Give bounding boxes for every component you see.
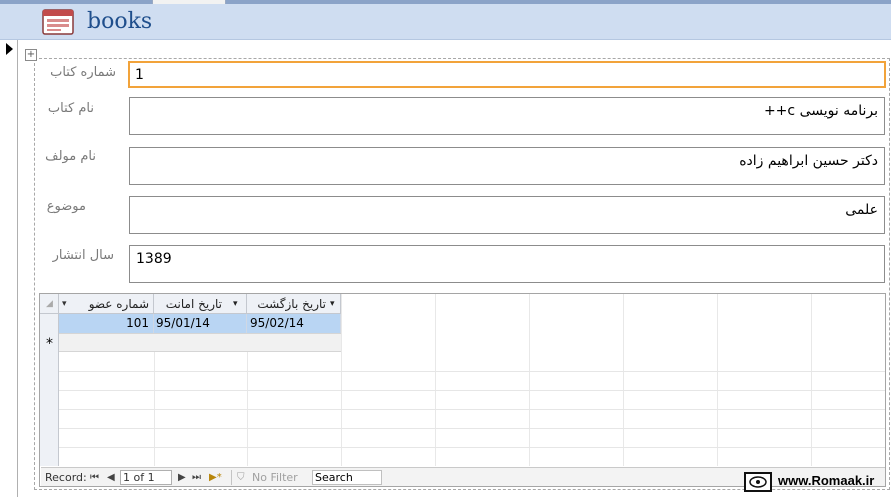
field-label-subject: موضوع bbox=[46, 199, 86, 214]
book-name-field[interactable]: برنامه نویسی c++ bbox=[129, 97, 885, 135]
subject-field[interactable]: علمی bbox=[129, 196, 885, 234]
search-input[interactable]: Search bbox=[312, 470, 382, 485]
grid-line bbox=[811, 294, 812, 466]
new-row-marker-icon: * bbox=[46, 336, 53, 352]
separator bbox=[231, 470, 232, 485]
new-record-row[interactable] bbox=[59, 333, 341, 352]
field-label-book-number: شماره کتاب bbox=[50, 65, 116, 80]
form-icon bbox=[42, 9, 74, 35]
grid-line bbox=[435, 294, 436, 466]
column-dropdown-icon[interactable]: ▾ bbox=[233, 294, 238, 314]
cell-loan-date[interactable]: 95/01/14 bbox=[154, 314, 247, 333]
grid-line bbox=[40, 390, 885, 391]
grid-line bbox=[341, 294, 342, 466]
grid-line bbox=[529, 294, 530, 466]
field-label-book-name: نام کتاب bbox=[47, 101, 94, 116]
select-all-icon[interactable]: ◢ bbox=[40, 294, 59, 314]
romaak-logo-icon bbox=[744, 472, 772, 492]
grid-line bbox=[40, 371, 885, 372]
grid-line bbox=[40, 428, 885, 429]
grid-line bbox=[717, 294, 718, 466]
form-title: books bbox=[87, 9, 153, 34]
author-field[interactable]: دکتر حسین ابراهیم زاده bbox=[129, 147, 885, 185]
column-header-return-date[interactable]: تاریخ بازگشت ▾ bbox=[247, 294, 341, 314]
grid-line bbox=[623, 294, 624, 466]
record-label: Record: bbox=[45, 471, 87, 484]
field-label-author: نام مولف bbox=[45, 149, 96, 164]
layout-move-handle-icon[interactable]: + bbox=[25, 49, 37, 61]
previous-record-icon[interactable]: ◀ bbox=[107, 470, 115, 485]
cell-member-number[interactable]: 101 bbox=[59, 314, 154, 333]
next-record-icon[interactable]: ▶ bbox=[178, 470, 186, 485]
current-record-arrow-icon bbox=[6, 43, 13, 55]
column-header-member-number[interactable]: ▾ شماره عضو bbox=[59, 294, 154, 314]
field-label-publish-year: سال انتشار bbox=[52, 248, 114, 263]
column-header-loan-date[interactable]: تاریخ امانت ▾ bbox=[154, 294, 247, 314]
form-header: books bbox=[0, 4, 891, 40]
datasheet-row-selector-column[interactable] bbox=[40, 294, 59, 466]
first-record-icon[interactable]: ⏮ bbox=[90, 470, 99, 485]
cell-return-date[interactable]: 95/02/14 bbox=[247, 314, 341, 333]
new-record-icon[interactable]: ▶* bbox=[209, 470, 222, 485]
watermark-text: www.Romaak.ir bbox=[778, 473, 875, 488]
last-record-icon[interactable]: ⏭ bbox=[192, 470, 201, 485]
loans-subform[interactable]: ◢ ▾ شماره عضو تاریخ امانت ▾ تاریخ بازگشت… bbox=[39, 293, 886, 487]
column-dropdown-icon[interactable]: ▾ bbox=[330, 294, 335, 314]
current-record-input[interactable]: 1 of 1 bbox=[120, 470, 172, 485]
book-number-field[interactable]: 1 bbox=[128, 61, 886, 88]
filter-icon: ⛉ bbox=[237, 472, 245, 483]
column-dropdown-icon[interactable]: ▾ bbox=[62, 294, 67, 314]
no-filter-indicator[interactable]: No Filter bbox=[252, 470, 298, 485]
grid-line bbox=[40, 409, 885, 410]
publish-year-field[interactable]: 1389 bbox=[129, 245, 885, 283]
grid-line bbox=[40, 447, 885, 448]
